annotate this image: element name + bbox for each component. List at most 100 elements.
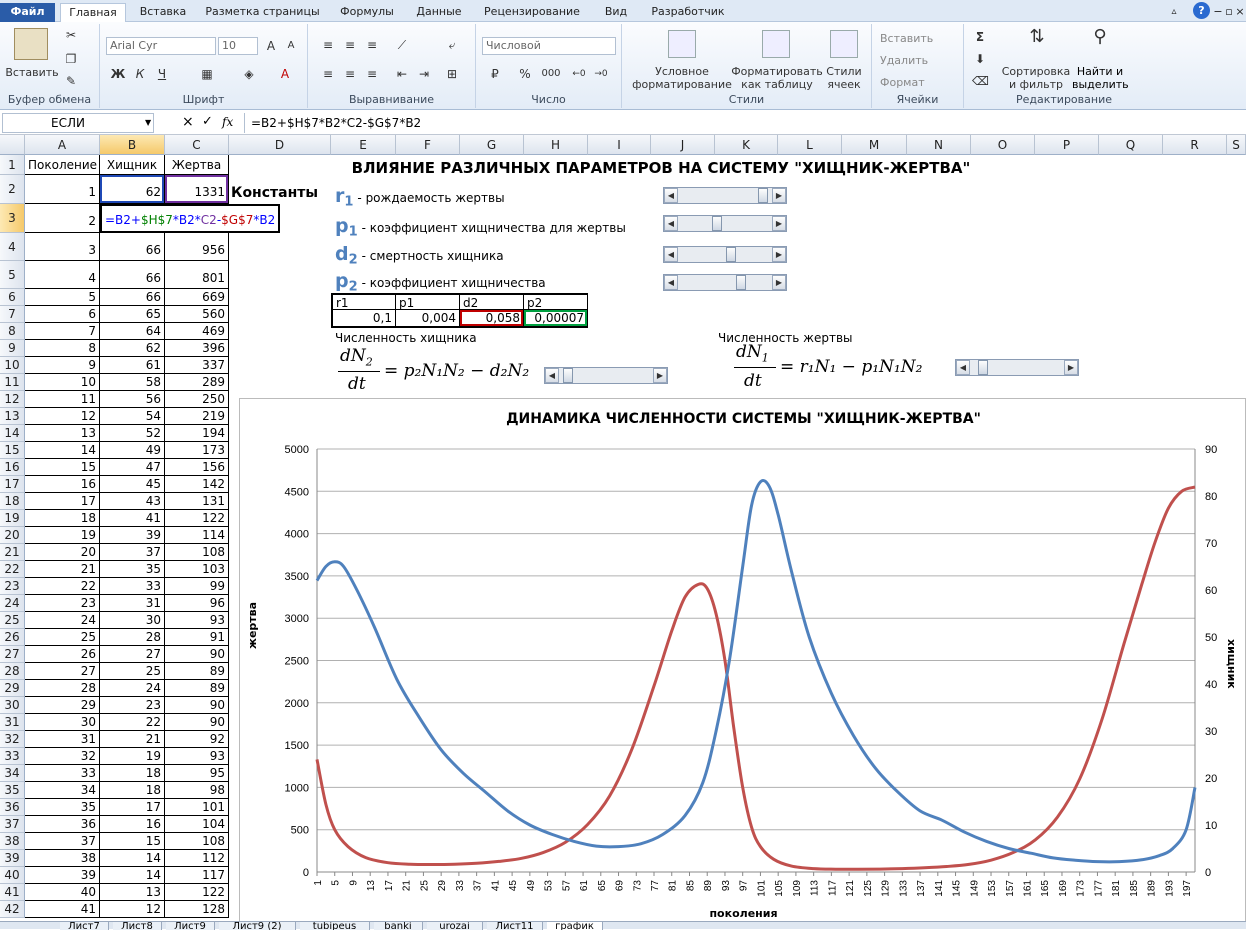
col-header-H[interactable]: H bbox=[524, 135, 588, 155]
percent-button[interactable]: % bbox=[516, 67, 534, 81]
row-header[interactable]: 8 bbox=[0, 323, 25, 340]
table-cell[interactable]: 131 bbox=[165, 493, 229, 510]
table-cell[interactable]: 49 bbox=[100, 442, 165, 459]
table-cell[interactable]: 7 bbox=[25, 323, 100, 340]
table-cell[interactable]: 90 bbox=[165, 646, 229, 663]
table-cell[interactable]: 37 bbox=[25, 833, 100, 850]
table-cell[interactable]: 35 bbox=[25, 799, 100, 816]
table-cell[interactable]: 5 bbox=[25, 289, 100, 306]
row-header[interactable]: 22 bbox=[0, 561, 25, 578]
table-cell[interactable]: 2 bbox=[25, 204, 100, 233]
name-box-dropdown-icon[interactable]: ▼ bbox=[145, 113, 155, 133]
table-cell[interactable]: 14 bbox=[100, 867, 165, 884]
row-header[interactable]: 5 bbox=[0, 261, 25, 289]
cell-styles-line1[interactable]: Стили bbox=[822, 65, 866, 78]
col-header-A[interactable]: A bbox=[25, 135, 100, 155]
table-cell[interactable]: 956 bbox=[165, 233, 229, 261]
table-cell[interactable]: 17 bbox=[100, 799, 165, 816]
enter-icon[interactable]: ✓ bbox=[202, 114, 216, 129]
table-cell[interactable]: 103 bbox=[165, 561, 229, 578]
table-cell[interactable]: 8 bbox=[25, 340, 100, 357]
autosum-button[interactable]: Σ bbox=[972, 30, 988, 44]
col-header-Q[interactable]: Q bbox=[1099, 135, 1163, 155]
table-cell[interactable]: 33 bbox=[25, 765, 100, 782]
table-cell[interactable]: 156 bbox=[165, 459, 229, 476]
help-icon[interactable]: ? bbox=[1193, 2, 1210, 19]
clear-icon[interactable]: ⌫ bbox=[972, 74, 989, 88]
table-cell[interactable]: 24 bbox=[25, 612, 100, 629]
table-cell[interactable]: 90 bbox=[165, 714, 229, 731]
table-cell[interactable]: 92 bbox=[165, 731, 229, 748]
table-cell[interactable]: 32 bbox=[25, 748, 100, 765]
table-cell[interactable]: 30 bbox=[25, 714, 100, 731]
param-table-header[interactable]: r1 bbox=[331, 293, 396, 310]
tab-formulas[interactable]: Формулы bbox=[333, 3, 401, 22]
row-header[interactable]: 17 bbox=[0, 476, 25, 493]
row-header[interactable]: 13 bbox=[0, 408, 25, 425]
table-cell[interactable]: 96 bbox=[165, 595, 229, 612]
row-header[interactable]: 14 bbox=[0, 425, 25, 442]
table-cell[interactable]: 54 bbox=[100, 408, 165, 425]
fill-icon[interactable]: ⬇ bbox=[972, 52, 988, 66]
sort-filter-line2[interactable]: и фильтр bbox=[998, 78, 1074, 91]
wrap-text-icon[interactable]: ⤶ bbox=[444, 38, 460, 52]
table-cell[interactable]: 23 bbox=[25, 595, 100, 612]
table-cell[interactable]: 21 bbox=[25, 561, 100, 578]
currency-icon[interactable]: ₽ bbox=[486, 67, 504, 81]
cut-icon[interactable]: ✂ bbox=[62, 28, 80, 42]
table-cell[interactable]: 219 bbox=[165, 408, 229, 425]
col-header-D[interactable]: D bbox=[229, 135, 331, 155]
table-cell[interactable]: 122 bbox=[165, 510, 229, 527]
table-cell[interactable]: 108 bbox=[165, 833, 229, 850]
table-cell[interactable]: 16 bbox=[25, 476, 100, 493]
find-select-icon[interactable]: ⚲ bbox=[1086, 28, 1114, 46]
table-cell[interactable]: 27 bbox=[100, 646, 165, 663]
col-header-K[interactable]: K bbox=[715, 135, 778, 155]
col-header-N[interactable]: N bbox=[907, 135, 971, 155]
table-cell[interactable]: 90 bbox=[165, 697, 229, 714]
table-cell[interactable]: 801 bbox=[165, 261, 229, 289]
col-header-I[interactable]: I bbox=[588, 135, 651, 155]
find-select-line2[interactable]: выделить bbox=[1072, 78, 1129, 91]
table-cell[interactable]: 22 bbox=[100, 714, 165, 731]
col-header-M[interactable]: M bbox=[842, 135, 907, 155]
table-cell[interactable]: 37 bbox=[100, 544, 165, 561]
table-cell[interactable]: 40 bbox=[25, 884, 100, 901]
row-header[interactable]: 9 bbox=[0, 340, 25, 357]
align-center-icon[interactable]: ≡ bbox=[342, 67, 358, 81]
tab-developer[interactable]: Разработчик bbox=[643, 3, 733, 22]
slider-predator-eq[interactable]: ◀ ▶ bbox=[544, 367, 668, 384]
name-box[interactable]: ЕСЛИ bbox=[2, 113, 154, 133]
find-select-line1[interactable]: Найти и bbox=[1072, 65, 1128, 78]
table-cell[interactable]: 669 bbox=[165, 289, 229, 306]
fill-color-icon[interactable]: ◈ bbox=[240, 67, 258, 81]
table-cell[interactable]: 23 bbox=[100, 697, 165, 714]
row-header[interactable]: 28 bbox=[0, 663, 25, 680]
insert-cells-button[interactable]: Вставить bbox=[880, 32, 960, 45]
table-cell[interactable]: 89 bbox=[165, 680, 229, 697]
population-chart[interactable]: ДИНАМИКА ЧИСЛЕННОСТИ СИСТЕМЫ "ХИЩНИК-ЖЕР… bbox=[239, 398, 1246, 929]
table-cell[interactable]: 29 bbox=[25, 697, 100, 714]
row-header[interactable]: 41 bbox=[0, 884, 25, 901]
table-cell[interactable]: 28 bbox=[25, 680, 100, 697]
col-header-E[interactable]: E bbox=[331, 135, 396, 155]
param-table-value[interactable]: 0,058 bbox=[460, 310, 524, 328]
table-cell[interactable]: 93 bbox=[165, 612, 229, 629]
col-header-O[interactable]: O bbox=[971, 135, 1035, 155]
table-header[interactable]: Жертва bbox=[165, 155, 229, 175]
table-cell[interactable]: 89 bbox=[165, 663, 229, 680]
table-cell[interactable]: 104 bbox=[165, 816, 229, 833]
row-header[interactable]: 3 bbox=[0, 204, 25, 233]
paste-button[interactable]: Вставить bbox=[4, 66, 60, 79]
table-cell[interactable]: 396 bbox=[165, 340, 229, 357]
cell-styles-icon[interactable] bbox=[830, 30, 858, 58]
col-header-S[interactable]: S bbox=[1227, 135, 1246, 155]
table-cell[interactable]: 19 bbox=[100, 748, 165, 765]
table-cell[interactable]: 19 bbox=[25, 527, 100, 544]
table-cell[interactable]: 39 bbox=[100, 527, 165, 544]
table-cell[interactable]: 108 bbox=[165, 544, 229, 561]
table-cell[interactable]: 18 bbox=[100, 765, 165, 782]
cell-edit-formula[interactable]: =B2+$H$7*B2*C2-$G$7*B2 bbox=[100, 204, 281, 233]
conditional-formatting-line1[interactable]: Условное bbox=[622, 65, 742, 78]
formula-input[interactable]: =B2+$H$7*B2*C2-$G$7*B2 bbox=[244, 113, 1244, 133]
